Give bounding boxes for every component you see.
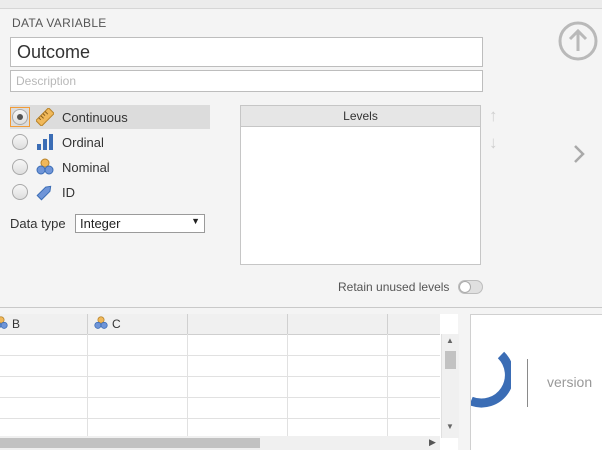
nominal-icon (0, 315, 8, 333)
data-spreadsheet[interactable]: B C ▲ ▼ ▶ (0, 314, 459, 450)
variable-name-field[interactable]: Outcome (10, 37, 483, 67)
dropdown-arrow-icon: ▼ (191, 216, 200, 226)
divider (527, 359, 528, 407)
measure-type-nominal[interactable]: Nominal (10, 155, 210, 179)
data-type-label: Data type (10, 216, 66, 231)
table-row[interactable] (0, 398, 440, 419)
table-row[interactable] (0, 335, 440, 356)
measure-type-label: Continuous (62, 109, 128, 125)
next-variable-chevron-icon[interactable] (572, 143, 586, 171)
sheet-header: B C (0, 314, 440, 335)
nominal-icon (94, 315, 108, 333)
column-header-c[interactable]: C (88, 314, 188, 334)
move-down-arrow-icon[interactable]: ↓ (489, 133, 498, 153)
scroll-right-arrow-icon[interactable]: ▶ (429, 437, 436, 448)
version-text: version (547, 374, 593, 390)
ordinal-radio[interactable] (12, 134, 28, 150)
retain-unused-levels-toggle[interactable] (458, 280, 483, 294)
levels-header: Levels (241, 106, 480, 127)
measure-type-label: ID (62, 184, 75, 200)
section-title: DATA VARIABLE (12, 16, 107, 30)
nominal-radio[interactable] (12, 159, 28, 175)
table-row[interactable] (0, 377, 440, 398)
ruler-icon (35, 107, 55, 127)
id-radio[interactable] (12, 184, 28, 200)
scroll-up-arrow-icon[interactable]: ▲ (446, 336, 454, 345)
table-row[interactable] (0, 356, 440, 377)
measure-type-ordinal[interactable]: Ordinal (10, 130, 210, 154)
measure-type-label: Ordinal (62, 134, 104, 150)
bar-chart-icon (36, 133, 54, 151)
grid-line (287, 334, 288, 436)
data-type-value: Integer (80, 216, 121, 231)
toggle-knob (459, 281, 471, 293)
column-name: B (12, 317, 21, 331)
description-field[interactable]: Description (10, 70, 483, 92)
measure-type-label: Nominal (62, 159, 110, 175)
continuous-radio[interactable] (12, 109, 28, 125)
move-up-arrow-icon[interactable]: ↑ (489, 106, 498, 126)
scroll-down-arrow-icon[interactable]: ▼ (446, 422, 454, 431)
circles-icon (36, 158, 54, 176)
data-type-select[interactable]: Integer ▼ (75, 214, 205, 233)
logo-arc-icon (469, 339, 514, 414)
top-strip (0, 0, 602, 9)
levels-list[interactable]: Levels (240, 105, 481, 265)
collapse-up-circle-icon[interactable] (557, 20, 599, 67)
grid-line (187, 334, 188, 436)
panel-divider (0, 307, 602, 308)
horizontal-scrollbar[interactable]: ▶ (0, 436, 440, 450)
measure-type-id[interactable]: ID (10, 180, 210, 204)
vertical-scrollbar[interactable]: ▲ ▼ (441, 334, 459, 438)
grid-line (387, 334, 388, 436)
scroll-thumb[interactable] (0, 438, 260, 448)
results-panel: version (469, 314, 602, 450)
retain-unused-levels-label: Retain unused levels (338, 280, 450, 294)
column-header-empty[interactable] (188, 314, 288, 334)
grid-line (87, 334, 88, 436)
tag-icon (36, 183, 54, 201)
column-header-empty[interactable] (288, 314, 388, 334)
scroll-thumb[interactable] (445, 351, 456, 369)
column-name: C (112, 317, 121, 331)
measure-type-continuous[interactable]: Continuous (10, 105, 210, 129)
column-header-b[interactable]: B (0, 314, 88, 334)
